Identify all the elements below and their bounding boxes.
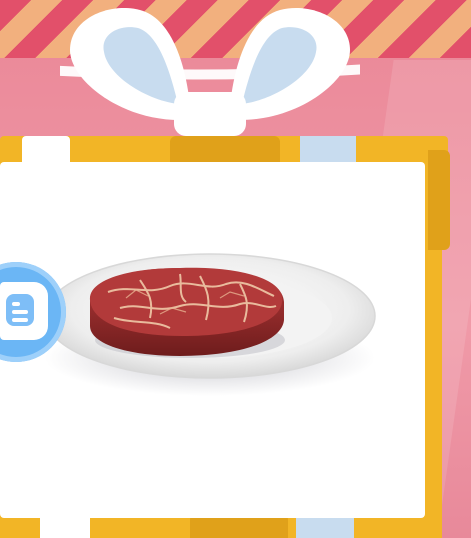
gift-bow-icon (60, 7, 360, 136)
game-scene (0, 0, 471, 538)
steak-icon (44, 253, 376, 396)
gift-right-edge (428, 150, 450, 250)
list-icon (6, 294, 34, 326)
